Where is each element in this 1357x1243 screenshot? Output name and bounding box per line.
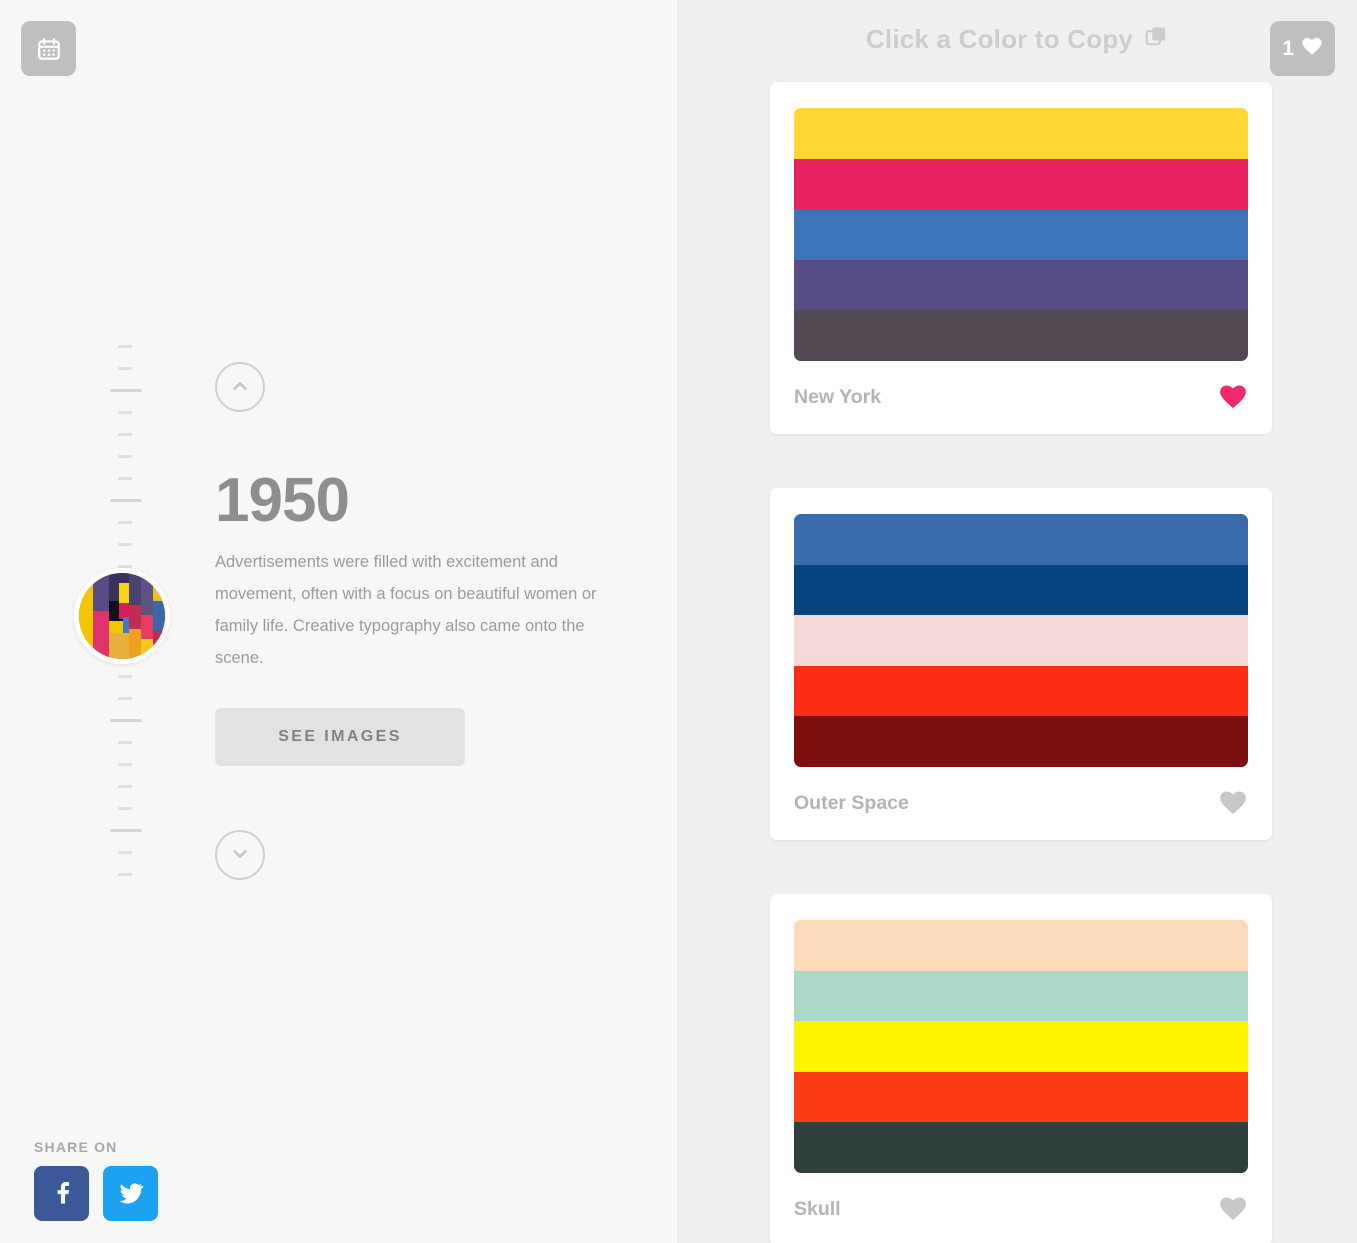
color-swatch[interactable] [794,970,1248,1022]
share-block: SHARE ON [34,1139,158,1221]
heart-icon [1301,36,1323,61]
favorites-count: 1 [1282,36,1294,60]
timeline-minor-tick[interactable] [118,807,132,810]
timeline-minor-tick[interactable] [118,367,132,370]
copy-hint-label: Click a Color to Copy [865,24,1134,54]
palette-name: New York [794,386,882,408]
palette-card-footer: Skull [794,1173,1248,1243]
chevron-down-icon [229,843,251,868]
palette-card-footer: Outer Space [794,767,1248,840]
copy-icon [1143,23,1169,56]
timeline-minor-tick[interactable] [118,697,132,700]
timeline-minor-tick[interactable] [118,455,132,458]
color-swatch[interactable] [794,158,1248,210]
color-swatch[interactable] [794,514,1248,565]
timeline-minor-tick[interactable] [118,785,132,788]
twitter-share-button[interactable] [103,1166,158,1221]
palette-favorite-button[interactable] [1218,1196,1248,1224]
see-images-button[interactable]: SEE IMAGES [215,708,465,766]
share-label: SHARE ON [34,1139,118,1155]
color-swatch[interactable] [794,920,1248,971]
palette-card: Outer Space [770,488,1272,840]
era-description: Advertisements were filled with exciteme… [215,553,597,667]
calendar-button[interactable] [21,21,76,76]
palette-favorite-button[interactable] [1218,790,1248,818]
timeline-minor-tick[interactable] [118,411,132,414]
facebook-icon [48,1178,76,1209]
palette-card: New York [770,82,1272,434]
era-thumbnail[interactable] [74,568,170,664]
timeline-major-tick[interactable] [110,499,142,502]
color-swatch[interactable] [794,716,1248,767]
color-swatch[interactable] [794,209,1248,260]
color-swatch[interactable] [794,1071,1248,1123]
heart-icon [1218,1195,1248,1225]
copy-hint: Click a Color to Copy [678,23,1357,56]
palette-card-footer: New York [794,361,1248,434]
timeline-minor-tick[interactable] [118,477,132,480]
heart-icon [1218,383,1248,413]
palette-panel: Click a Color to Copy 1 New York Outer Sp… [678,0,1357,1243]
color-swatch[interactable] [794,1122,1248,1173]
color-swatch[interactable] [794,108,1248,159]
palette-name: Skull [794,1198,841,1220]
timeline-minor-tick[interactable] [118,675,132,678]
palette-name: Outer Space [794,792,909,814]
timeline-major-tick[interactable] [110,389,142,392]
era-year: 1950 [215,466,350,535]
color-swatch[interactable] [794,615,1248,666]
color-swatch[interactable] [794,1021,1248,1072]
heart-icon [1218,789,1248,819]
era-thumbnail-image [79,573,165,659]
timeline-major-tick[interactable] [110,829,142,832]
timeline-next-button[interactable] [215,830,265,880]
color-swatch[interactable] [794,564,1248,616]
favorites-count-badge[interactable]: 1 [1270,21,1335,76]
color-swatch[interactable] [794,310,1248,361]
color-swatch[interactable] [794,259,1248,311]
timeline-minor-tick[interactable] [118,345,132,348]
timeline-minor-tick[interactable] [118,543,132,546]
timeline-previous-button[interactable] [215,362,265,412]
timeline-minor-tick[interactable] [118,741,132,744]
palette-favorited-button[interactable] [1218,384,1248,412]
timeline-minor-tick[interactable] [118,763,132,766]
chevron-up-icon [229,375,251,400]
palette-timeline-app: 1950 Advertisements were filled with exc… [0,0,1357,1243]
swatch-stack [794,108,1248,361]
timeline-minor-tick[interactable] [118,851,132,854]
swatch-stack [794,514,1248,767]
swatch-stack [794,920,1248,1173]
timeline-panel: 1950 Advertisements were filled with exc… [0,0,678,1243]
timeline-minor-tick[interactable] [118,521,132,524]
palette-list: New York Outer Space Skull [770,82,1272,1243]
timeline-minor-tick[interactable] [118,433,132,436]
color-swatch[interactable] [794,665,1248,717]
share-buttons [34,1166,158,1221]
timeline-major-tick[interactable] [110,719,142,722]
twitter-icon [117,1178,145,1209]
calendar-icon [36,36,62,62]
palette-card: Skull [770,894,1272,1243]
timeline-minor-tick[interactable] [118,873,132,876]
facebook-share-button[interactable] [34,1166,89,1221]
